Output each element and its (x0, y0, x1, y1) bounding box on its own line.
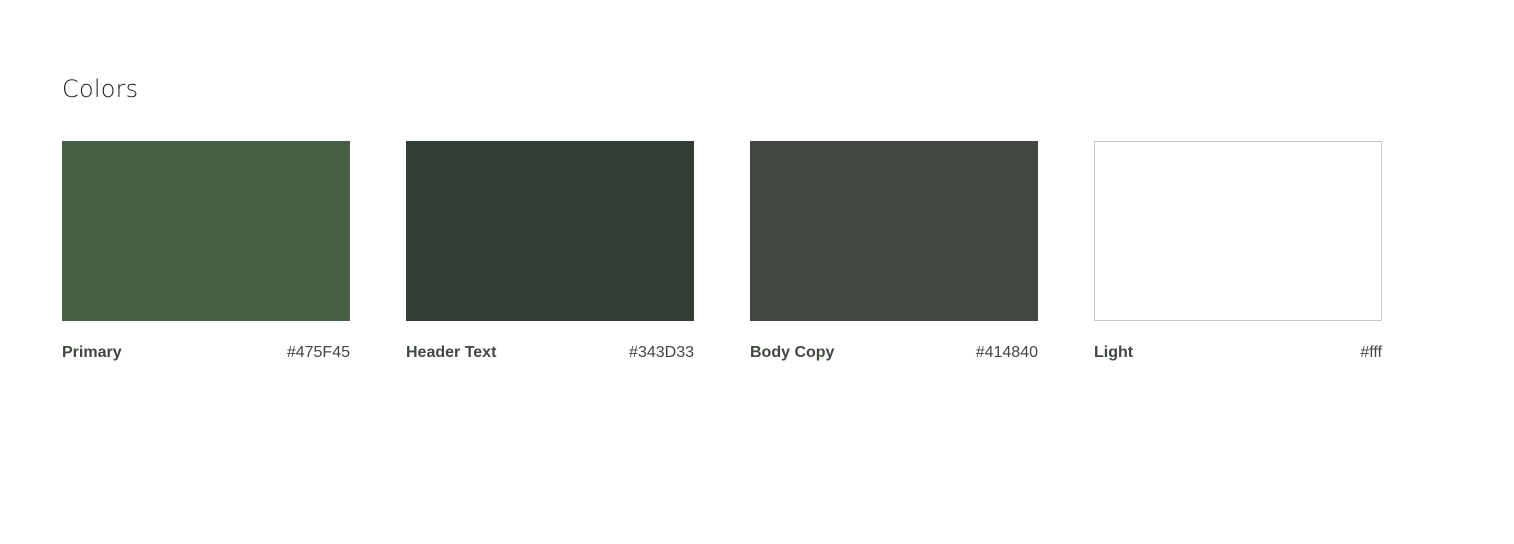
swatch-hex-value: #343D33 (629, 344, 694, 361)
swatch-meta: Header Text #343D33 (406, 343, 694, 363)
swatch-meta: Light #fff (1094, 343, 1382, 363)
swatch-meta: Primary #475F45 (62, 343, 350, 363)
swatch-hex-value: #fff (1360, 344, 1382, 361)
swatch-name: Light (1094, 344, 1134, 361)
swatch-name: Primary (62, 344, 122, 361)
swatch-hex-value: #475F45 (286, 344, 350, 361)
swatch-color-box (750, 141, 1038, 321)
swatch-name: Header Text (406, 344, 497, 361)
color-swatch-primary: Primary #475F45 (62, 141, 350, 363)
swatch-color-box (62, 141, 350, 321)
page-title: Colors (62, 75, 139, 103)
swatch-meta: Body Copy #414840 (750, 343, 1038, 363)
color-swatch-light: Light #fff (1094, 141, 1382, 363)
swatch-color-box (1094, 141, 1382, 321)
color-swatch-list: Primary #475F45 Header Text #343D33 Body… (62, 141, 1382, 363)
swatch-name: Body Copy (750, 344, 835, 361)
color-swatch-body-copy: Body Copy #414840 (750, 141, 1038, 363)
swatch-color-box (406, 141, 694, 321)
color-swatch-header-text: Header Text #343D33 (406, 141, 694, 363)
swatch-hex-value: #414840 (975, 344, 1038, 361)
